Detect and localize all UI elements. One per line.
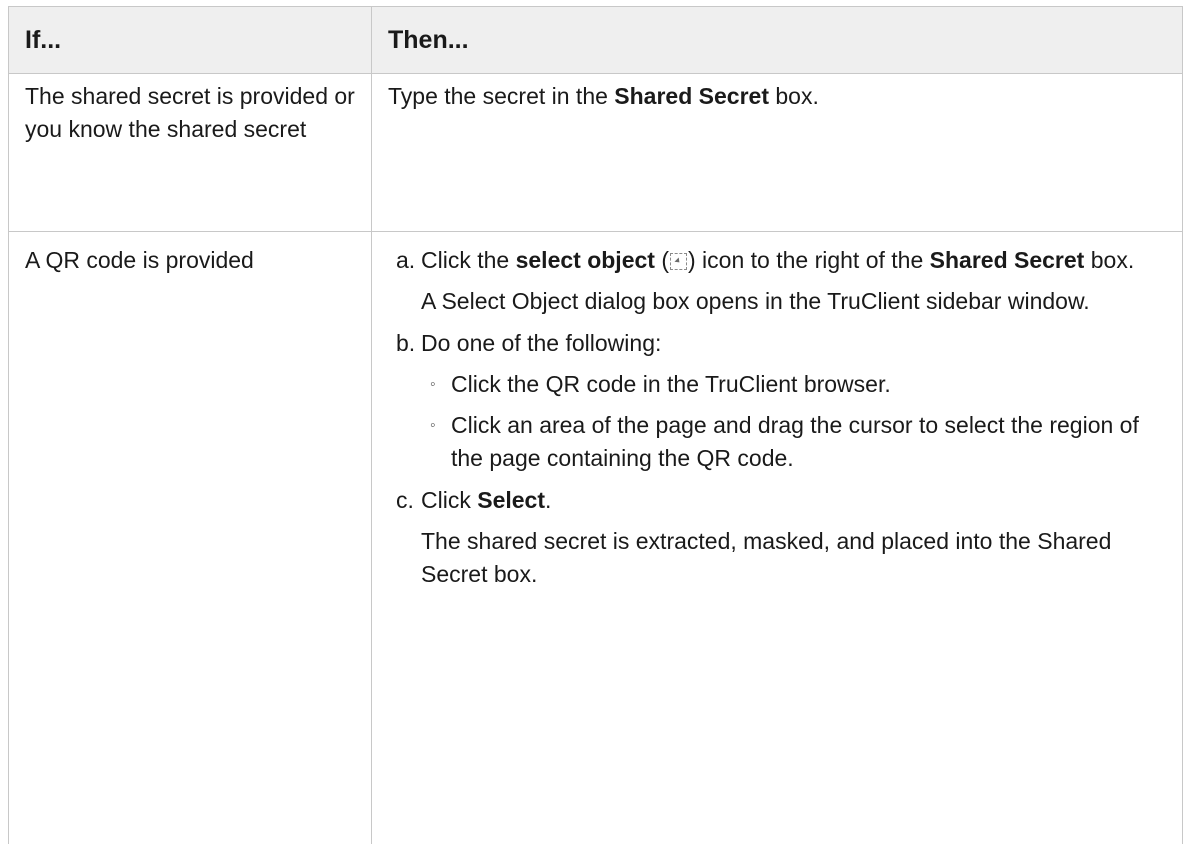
list-item: ◦ Click an area of the page and drag the … bbox=[421, 409, 1166, 475]
header-if: If... bbox=[9, 7, 372, 74]
condition-cell: A QR code is provided bbox=[9, 232, 372, 844]
step-c: c. Click Select. The shared secret is ex… bbox=[388, 484, 1166, 591]
if-then-table: If... Then... The shared secret is provi… bbox=[8, 6, 1183, 844]
action-cell: a. Click the select object ( ) icon to th… bbox=[372, 232, 1183, 844]
text-segment: ( bbox=[655, 247, 669, 273]
action-text-end: box. bbox=[769, 83, 819, 109]
text-segment: box. bbox=[1084, 247, 1134, 273]
step-a: a. Click the select object ( ) icon to th… bbox=[388, 244, 1166, 318]
step-list: a. Click the select object ( ) icon to th… bbox=[388, 244, 1166, 591]
text-segment: Click bbox=[421, 487, 477, 513]
select-object-icon bbox=[670, 253, 687, 270]
table-header-row: If... Then... bbox=[9, 7, 1183, 74]
shared-secret-label: Shared Secret bbox=[930, 247, 1085, 273]
step-note: The shared secret is extracted, masked, … bbox=[421, 525, 1166, 591]
header-then: Then... bbox=[372, 7, 1183, 74]
text-segment: ) icon to the right of the bbox=[688, 247, 930, 273]
step-letter: b. bbox=[396, 327, 415, 360]
select-label: Select bbox=[477, 487, 545, 513]
step-b: b. Do one of the following: ◦ Click the Q… bbox=[388, 327, 1166, 475]
list-item-text: Click the QR code in the TruClient brows… bbox=[451, 371, 891, 397]
table-row: A QR code is provided a. Click the selec… bbox=[9, 232, 1183, 844]
text-segment: Click the bbox=[421, 247, 516, 273]
sub-list: ◦ Click the QR code in the TruClient brow… bbox=[421, 368, 1166, 475]
action-cell: Type the secret in the Shared Secret box… bbox=[372, 74, 1183, 232]
step-letter: c. bbox=[396, 484, 414, 517]
action-text: Type the secret in the bbox=[388, 83, 614, 109]
bullet-icon: ◦ bbox=[430, 409, 436, 442]
select-object-label: select object bbox=[516, 247, 655, 273]
list-item: ◦ Click the QR code in the TruClient brow… bbox=[421, 368, 1166, 401]
step-note: A Select Object dialog box opens in the … bbox=[421, 285, 1166, 318]
step-letter: a. bbox=[396, 244, 415, 277]
bullet-icon: ◦ bbox=[430, 368, 436, 401]
step-text: Click the select object ( ) icon to the r… bbox=[421, 244, 1166, 277]
list-item-text: Click an area of the page and drag the c… bbox=[451, 412, 1139, 471]
step-text: Do one of the following: bbox=[421, 327, 1166, 360]
shared-secret-label: Shared Secret bbox=[614, 83, 769, 109]
step-text: Click Select. bbox=[421, 484, 1166, 517]
text-segment: . bbox=[545, 487, 551, 513]
table-row: The shared secret is provided or you kno… bbox=[9, 74, 1183, 232]
condition-cell: The shared secret is provided or you kno… bbox=[9, 74, 372, 232]
